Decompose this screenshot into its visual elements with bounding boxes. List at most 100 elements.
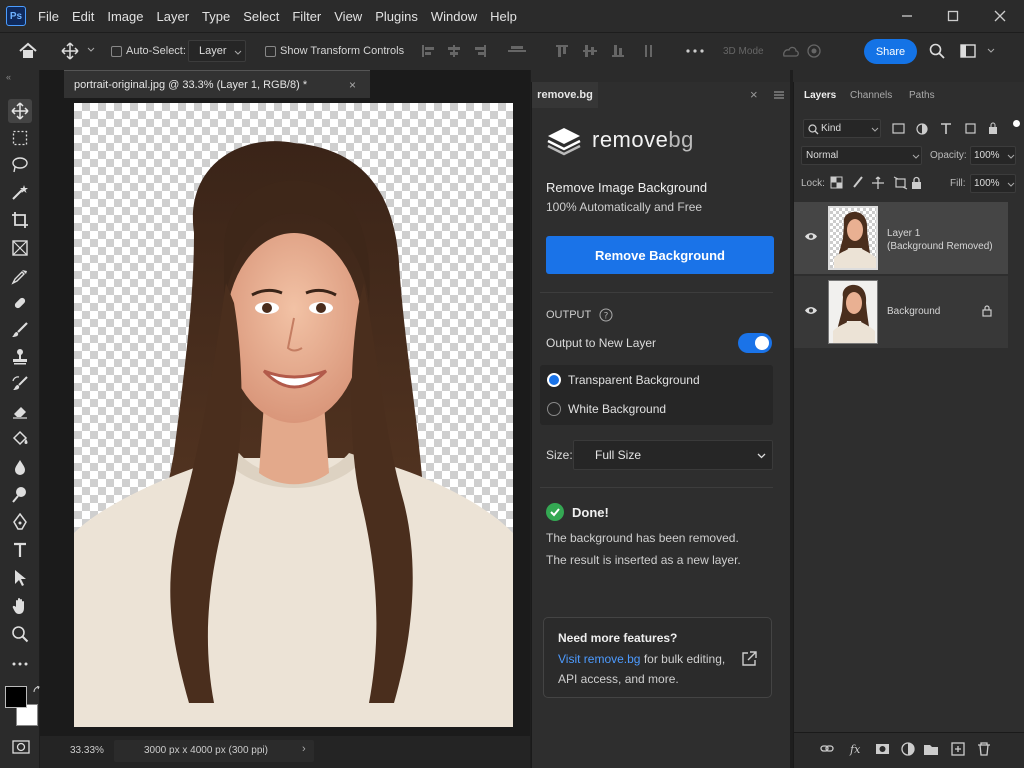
eyedropper-icon[interactable] (8, 264, 32, 288)
auto-select-checkbox[interactable] (111, 46, 122, 60)
eye-icon[interactable] (804, 232, 818, 241)
healing-brush-icon[interactable] (8, 291, 32, 315)
lasso-tool-icon[interactable] (8, 153, 32, 177)
opacity-field[interactable]: 100% (970, 146, 1016, 165)
3d-mode-label: 3D Mode (723, 46, 764, 57)
brush-tool-icon[interactable] (8, 318, 32, 342)
tab-channels[interactable]: Channels (850, 82, 892, 108)
more-tools-icon[interactable] (8, 652, 32, 676)
menu-plugins[interactable]: Plugins (375, 9, 418, 24)
type-tool-icon[interactable] (8, 538, 32, 562)
tab-paths[interactable]: Paths (909, 82, 935, 108)
filter-type-icons[interactable] (892, 122, 1002, 136)
move-tool-icon[interactable] (61, 42, 79, 60)
blur-tool-icon[interactable] (8, 455, 32, 479)
show-transform-checkbox[interactable] (265, 46, 276, 60)
menu-layer[interactable]: Layer (157, 9, 190, 24)
lock-icons[interactable] (830, 176, 930, 190)
menu-filter[interactable]: Filter (292, 9, 321, 24)
frame-tool-icon[interactable] (8, 236, 32, 260)
menu-type[interactable]: Type (202, 9, 230, 24)
eraser-tool-icon[interactable] (8, 399, 32, 423)
white-radio[interactable] (547, 402, 561, 416)
panel-dock-header (531, 70, 790, 82)
menu-image[interactable]: Image (107, 9, 143, 24)
menu-window[interactable]: Window (431, 9, 477, 24)
collapse-toolbar-icon[interactable]: « (6, 72, 11, 82)
home-icon[interactable] (18, 42, 38, 60)
menu-help[interactable]: Help (490, 9, 517, 24)
magic-wand-icon[interactable] (8, 180, 32, 204)
visit-removebg-link[interactable]: Visit remove.bg (558, 652, 640, 666)
hand-tool-icon[interactable] (8, 594, 32, 618)
filter-kind-dropdown[interactable]: Kind (803, 119, 881, 138)
transparent-radio[interactable] (547, 373, 561, 387)
chevron-down-icon[interactable] (987, 48, 995, 54)
eye-icon[interactable] (804, 306, 818, 315)
layer-row-background[interactable]: Background (794, 276, 1008, 348)
help-icon[interactable]: ? (599, 308, 613, 322)
document-tab[interactable]: portrait-original.jpg @ 33.3% (Layer 1, … (64, 70, 370, 98)
menu-bar: Ps File Edit Image Layer Type Select Fil… (0, 0, 1024, 32)
quick-mask-icon[interactable] (12, 740, 30, 754)
layer-filter-icons[interactable] (892, 122, 1002, 136)
layer-row-layer1[interactable]: Layer 1 (Background Removed) (794, 202, 1008, 274)
lock-icon (982, 305, 992, 317)
chevron-down-icon[interactable] (87, 47, 95, 53)
size-select[interactable]: Full Size (573, 440, 773, 470)
close-tab-icon[interactable]: × (349, 78, 356, 92)
crop-tool-icon[interactable] (8, 208, 32, 232)
tools-panel: « (0, 70, 40, 768)
dodge-tool-icon[interactable] (8, 483, 32, 507)
fill-field[interactable]: 100% (970, 174, 1016, 193)
lock-options-icons[interactable] (830, 176, 930, 190)
opacity-label: Opacity: (930, 150, 967, 161)
menu-select[interactable]: Select (243, 9, 279, 24)
output-new-layer-toggle[interactable] (738, 333, 772, 353)
cloud-icon[interactable] (781, 43, 821, 59)
path-selection-icon[interactable] (8, 566, 32, 590)
chevron-down-icon (912, 154, 920, 159)
menu-edit[interactable]: Edit (72, 9, 94, 24)
done-title: Done! (572, 505, 609, 520)
output-section-label: OUTPUT (546, 309, 592, 321)
align-distribute-icon[interactable] (420, 43, 660, 59)
pen-tool-icon[interactable] (8, 510, 32, 534)
search-icon[interactable] (929, 43, 945, 59)
align-icons[interactable] (420, 43, 660, 59)
close-panel-icon[interactable]: × (750, 87, 758, 102)
removebg-tab[interactable]: remove.bg (532, 82, 598, 108)
layer-dropdown[interactable]: Layer (188, 40, 246, 62)
chevron-right-icon[interactable]: › (302, 743, 306, 755)
done-line-1: The background has been removed. (546, 531, 739, 545)
menu-file[interactable]: File (38, 9, 59, 24)
stamp-tool-icon[interactable] (8, 345, 32, 369)
external-link-icon[interactable] (740, 650, 758, 668)
size-label: Size: (546, 448, 573, 462)
menu-view[interactable]: View (334, 9, 362, 24)
move-tool-icon[interactable] (8, 99, 32, 123)
foreground-color-swatch[interactable] (5, 686, 27, 708)
share-button[interactable]: Share (864, 39, 917, 64)
canvas[interactable] (74, 103, 513, 727)
marquee-tool-icon[interactable] (8, 126, 32, 150)
history-brush-icon[interactable] (8, 372, 32, 396)
more-options-icon[interactable] (686, 49, 704, 53)
show-transform-label: Show Transform Controls (280, 45, 405, 57)
tab-layers[interactable]: Layers (804, 82, 836, 108)
zoom-tool-icon[interactable] (8, 622, 32, 646)
layer-actions-icons[interactable]: fx (820, 741, 1020, 757)
zoom-level[interactable]: 33.33% (70, 745, 104, 756)
close-window-icon[interactable] (990, 6, 1010, 26)
minimize-icon[interactable] (897, 6, 917, 26)
layers-dock-header (793, 70, 1024, 82)
panel-menu-icon[interactable] (774, 91, 784, 99)
transparent-option-label: Transparent Background (568, 373, 700, 387)
blend-mode-dropdown[interactable]: Normal (801, 146, 922, 165)
paint-bucket-icon[interactable] (8, 427, 32, 451)
workspace-icon[interactable] (960, 44, 976, 58)
remove-background-button[interactable]: Remove Background (546, 236, 774, 274)
maximize-icon[interactable] (943, 6, 963, 26)
size-select-value: Full Size (595, 448, 642, 462)
filter-toggle-icon[interactable] (1013, 120, 1020, 127)
